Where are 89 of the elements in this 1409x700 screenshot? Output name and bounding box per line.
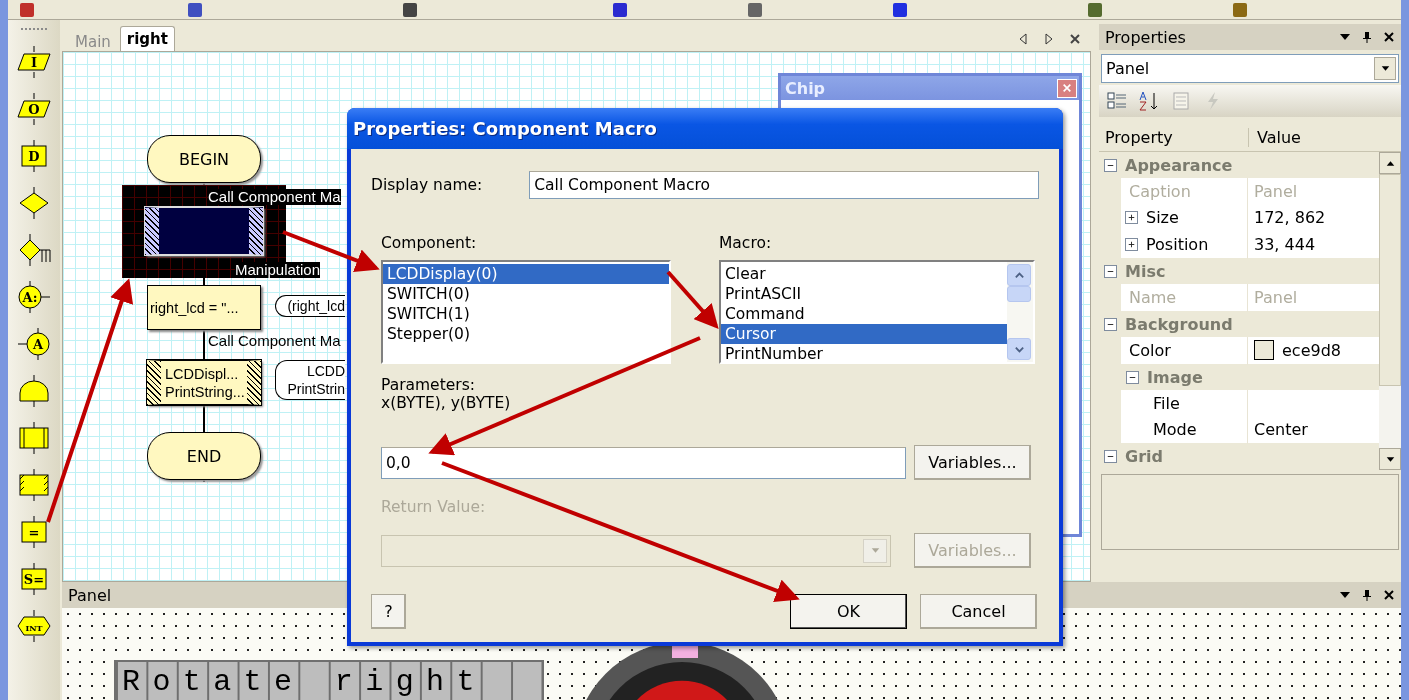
list-item[interactable]: Cursor: [721, 324, 1007, 344]
collapse-icon[interactable]: [1104, 317, 1117, 331]
caret-down-icon[interactable]: [1380, 64, 1390, 73]
field-label: Macro:: [719, 234, 772, 252]
collapse-icon[interactable]: [1104, 158, 1117, 172]
pane-title-bar: Properties: [1099, 24, 1401, 50]
terminal-node[interactable]: END: [147, 432, 261, 480]
scroll-right-icon[interactable]: [1043, 33, 1055, 45]
display-name-field[interactable]: Call Component Macro: [529, 171, 1039, 199]
expand-icon[interactable]: [1125, 237, 1138, 251]
scroll-thumb[interactable]: [1379, 174, 1401, 386]
property-name: Position: [1146, 234, 1209, 254]
node-caption: Manipulation: [235, 262, 321, 278]
component-list[interactable]: LCDDisplay(0) SWITCH(0) SWITCH(1) Stepper(0): [381, 260, 671, 364]
chevron-up-icon[interactable]: [1013, 269, 1025, 281]
property-value: Center: [1254, 420, 1308, 440]
lcd-display: Rotate right: [114, 660, 544, 700]
collapse-icon[interactable]: [1104, 450, 1117, 464]
sort-alphabetical-icon[interactable]: [1139, 91, 1159, 111]
property-value: Panel: [1254, 181, 1298, 201]
macro-node[interactable]: right_lcd = "...: [147, 285, 261, 330]
comment-bubble: (right_lcd: [275, 295, 345, 317]
property-name: Color: [1129, 340, 1171, 360]
close-icon[interactable]: [1069, 33, 1081, 45]
variables-button[interactable]: Variables...: [914, 445, 1031, 480]
scroll-thumb[interactable]: [1007, 286, 1031, 302]
property-name: Mode: [1153, 420, 1197, 440]
collapse-icon[interactable]: [1126, 370, 1139, 384]
property-value: ece9d8: [1282, 340, 1341, 360]
field-label: Return Value:: [381, 498, 486, 516]
pin-icon[interactable]: [1361, 31, 1373, 43]
parameter-signature: x(BYTE), y(BYTE): [381, 394, 512, 412]
scroll-up-button[interactable]: [1379, 152, 1401, 174]
dialog-title: Properties: Component Macro: [353, 118, 657, 139]
category-label: Background: [1125, 314, 1233, 334]
property-name: Name: [1129, 287, 1177, 307]
expand-icon[interactable]: [1125, 211, 1138, 225]
property-name: Caption: [1129, 181, 1191, 201]
list-item[interactable]: Command: [721, 304, 1007, 324]
column-header[interactable]: Property: [1099, 127, 1249, 147]
category-label: Appearance: [1125, 155, 1233, 175]
scroll-bar[interactable]: [1379, 152, 1401, 470]
field-label: Display name:: [371, 176, 483, 194]
property-value: Panel: [1254, 287, 1298, 307]
category-label: Grid: [1125, 447, 1163, 467]
close-icon[interactable]: [1383, 31, 1395, 43]
node-caption: Call Component Ma: [208, 189, 341, 205]
document-tab[interactable]: right: [119, 26, 175, 51]
dropdown-button[interactable]: [1374, 57, 1396, 80]
list-item[interactable]: LCDDisplay(0): [383, 264, 669, 284]
caret-down-icon[interactable]: [1385, 454, 1395, 464]
macro-list[interactable]: Clear PrintASCII Command Cursor PrintNumber: [719, 260, 1035, 364]
list-item[interactable]: SWITCH(0): [383, 284, 669, 304]
caret-up-icon[interactable]: [1385, 158, 1395, 168]
window-title: Chip: [785, 78, 826, 98]
property-name: File: [1153, 393, 1180, 413]
collapse-icon[interactable]: [1104, 264, 1117, 278]
flowchart-tool-icon[interactable]: [16, 373, 52, 409]
list-item[interactable]: PrintNumber: [721, 344, 1007, 364]
parameters-field[interactable]: 0,0: [381, 446, 906, 479]
cancel-button[interactable]: Cancel: [920, 594, 1037, 629]
scroll-left-icon[interactable]: [1017, 33, 1029, 45]
property-value: 33, 444: [1254, 234, 1316, 254]
list-item[interactable]: PrintASCII: [721, 284, 1007, 304]
annotation-arrow: [666, 270, 719, 329]
column-header[interactable]: Value: [1249, 127, 1401, 147]
property-name: Size: [1146, 208, 1179, 228]
flowchart-tool-icon[interactable]: [16, 467, 52, 503]
categorized-icon[interactable]: [1107, 91, 1127, 111]
macro-node[interactable]: [145, 207, 263, 255]
terminal-node[interactable]: BEGIN: [147, 135, 261, 183]
category-label: Image: [1147, 367, 1203, 387]
field-label: Parameters:: [381, 376, 476, 394]
list-item[interactable]: SWITCH(1): [383, 304, 669, 324]
comment-bubble: LCDD PrintStrin: [275, 360, 345, 400]
close-button[interactable]: [1057, 78, 1077, 98]
ok-button[interactable]: OK: [790, 594, 907, 629]
object-dropdown[interactable]: Panel: [1101, 54, 1399, 83]
macro-node[interactable]: LCDDispl... PrintString...: [147, 360, 261, 405]
list-item[interactable]: Stepper(0): [383, 324, 669, 344]
property-value: 172, 862: [1254, 208, 1326, 228]
help-button[interactable]: ?: [371, 594, 406, 629]
scroll-down-button[interactable]: [1379, 448, 1401, 470]
node-caption: Call Component Ma: [208, 333, 341, 349]
list-item[interactable]: Clear: [721, 264, 1007, 284]
field-label: Component:: [381, 234, 477, 252]
pin-icon[interactable]: [1361, 589, 1373, 601]
close-icon[interactable]: [1383, 589, 1395, 601]
category-label: Misc: [1125, 261, 1166, 281]
